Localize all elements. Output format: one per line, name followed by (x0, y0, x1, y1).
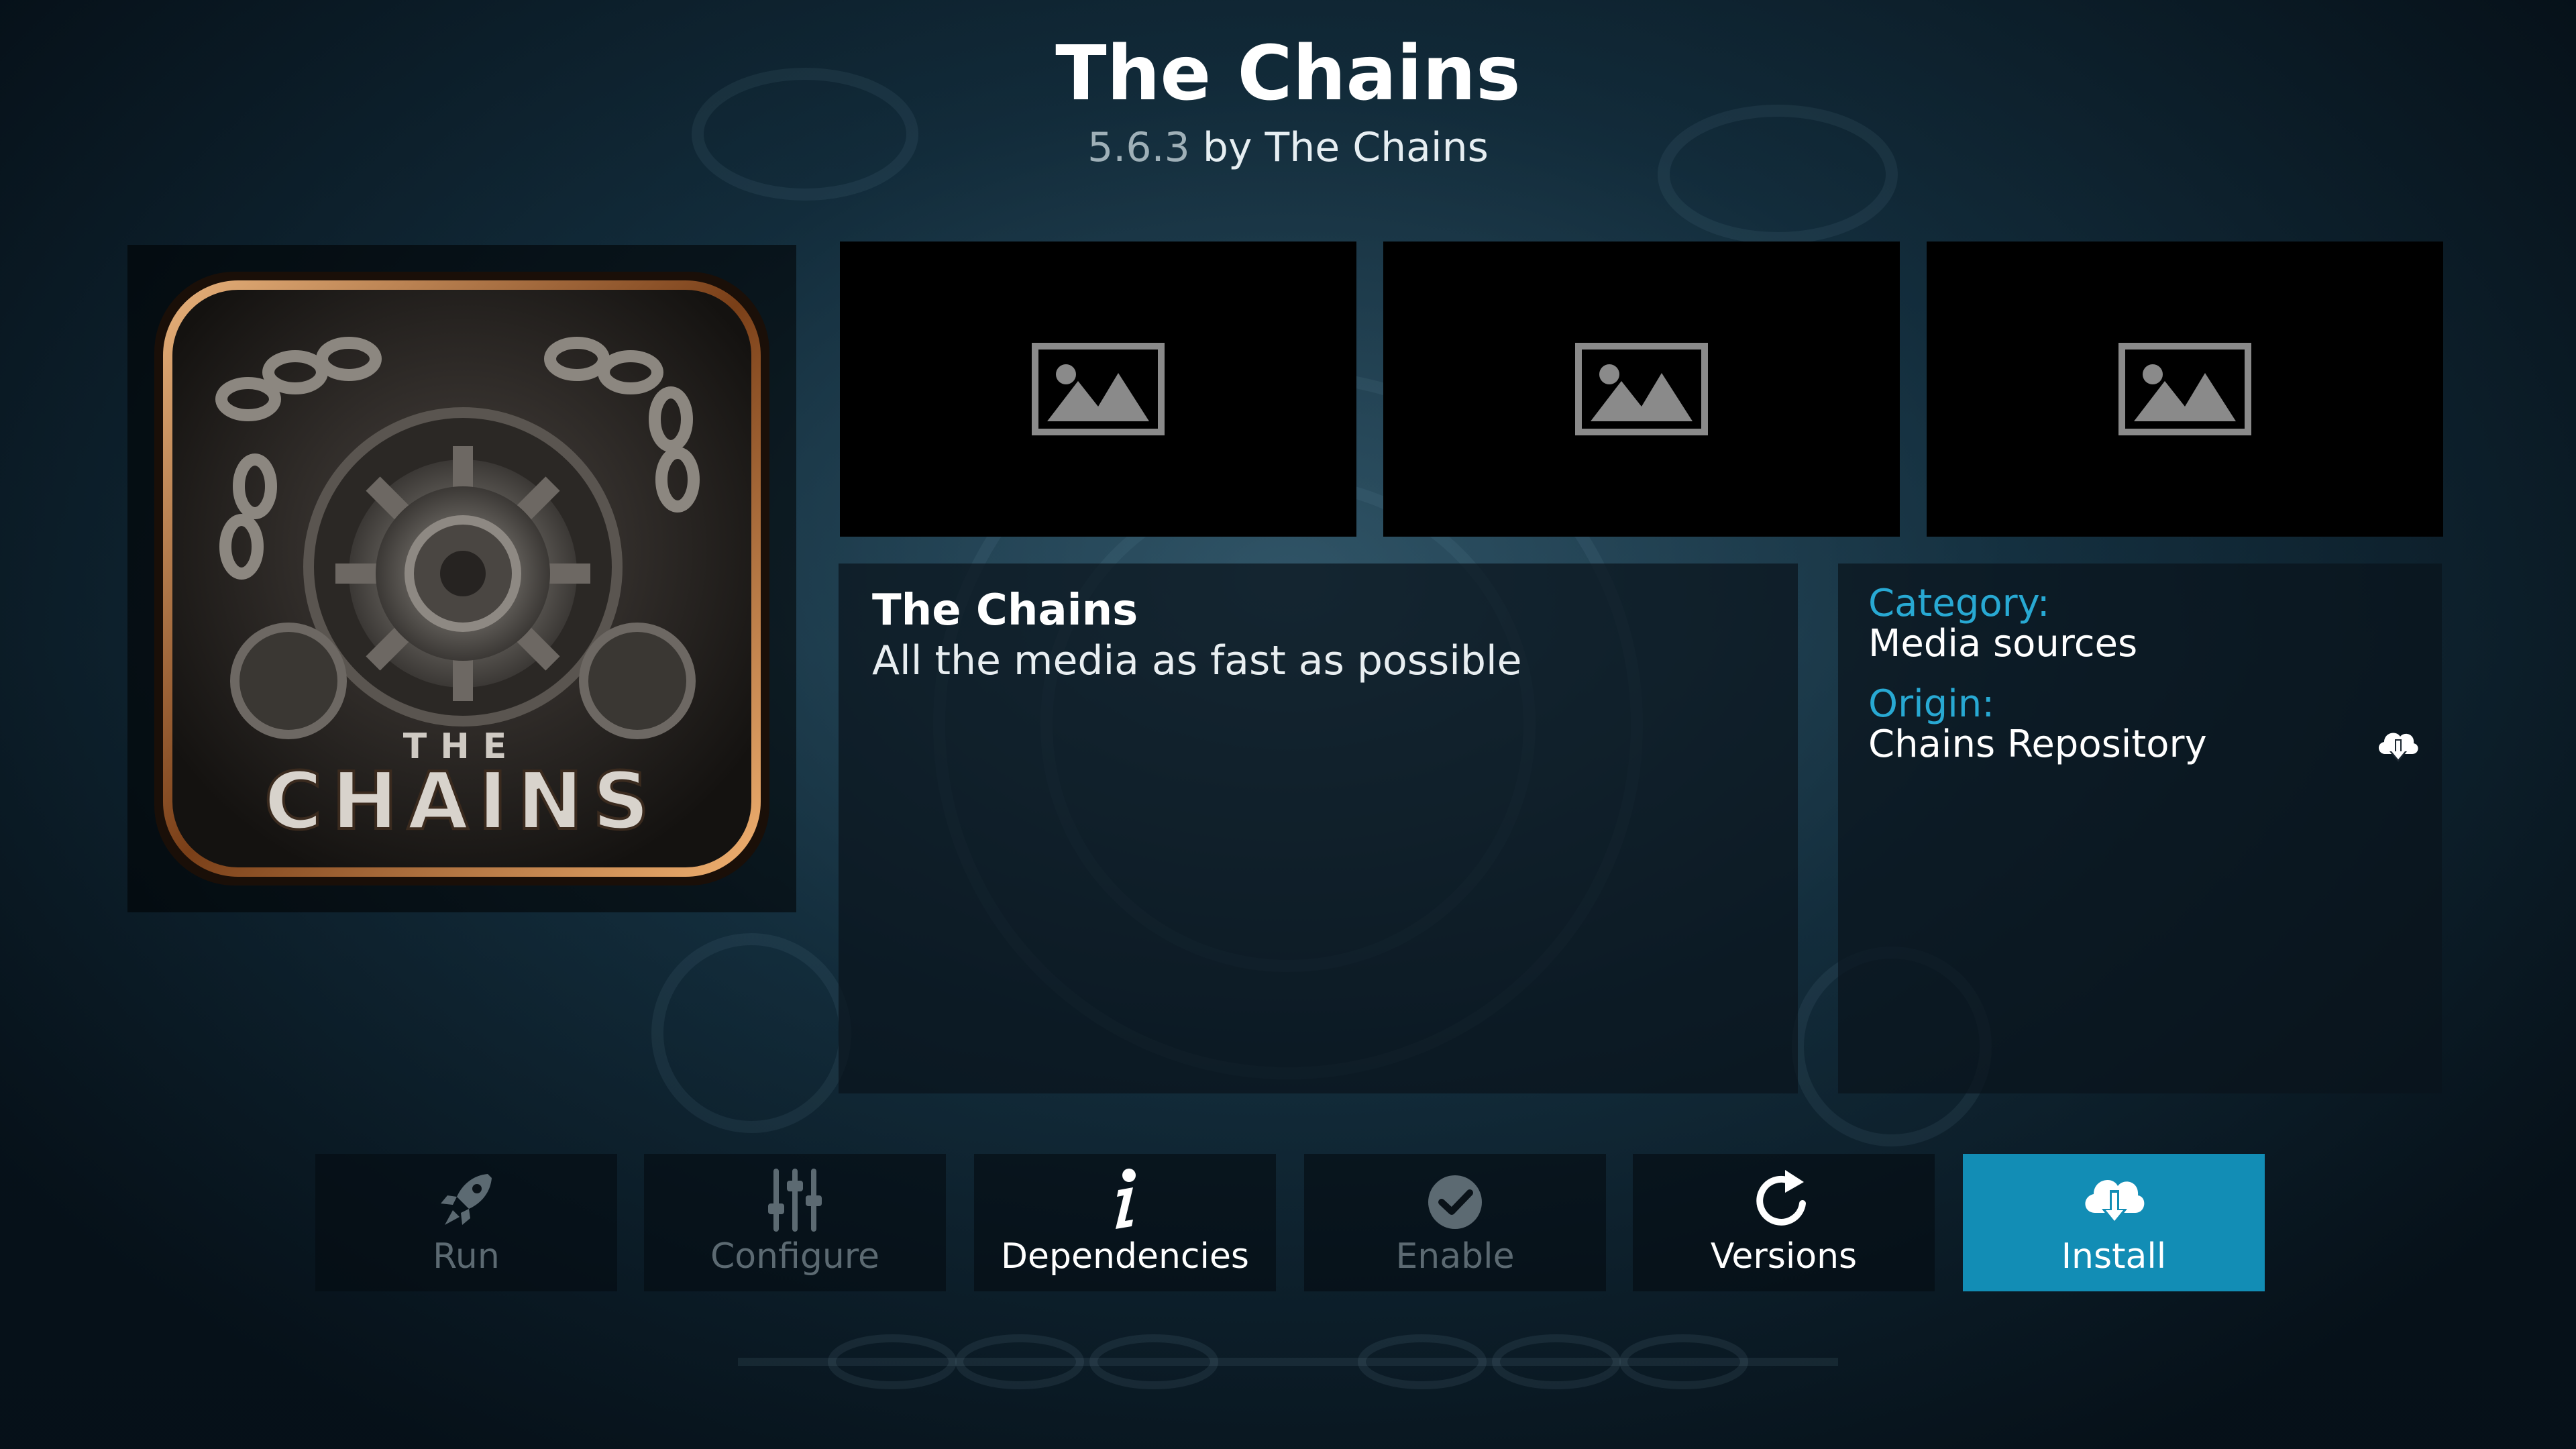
image-placeholder-icon (1032, 343, 1165, 435)
cloud-download-icon (2085, 1179, 2145, 1225)
image-placeholder-icon (2118, 343, 2251, 435)
cloud-download-icon (2378, 733, 2418, 762)
install-button-label: Install (2061, 1236, 2167, 1277)
image-placeholder-icon (1575, 343, 1708, 435)
checkmark-icon (1428, 1175, 1482, 1229)
origin-value: Chains Repository (1868, 722, 2207, 766)
screenshot-3[interactable] (1927, 241, 2443, 537)
sliders-icon (768, 1169, 822, 1232)
addon-version: 5.6.3 (1087, 124, 1190, 171)
description-panel: The Chains All the media as fast as poss… (839, 564, 1798, 1093)
refresh-icon (1756, 1170, 1806, 1226)
configure-button[interactable]: Configure (644, 1154, 946, 1291)
logo-main-text: CHAINS (264, 755, 659, 847)
addon-header: The Chains 5.6.3 by The Chains (0, 27, 2576, 174)
info-icon (1116, 1169, 1136, 1229)
enable-button-label: Enable (1395, 1236, 1515, 1277)
dependencies-button[interactable]: Dependencies (974, 1154, 1276, 1291)
rocket-icon (441, 1174, 492, 1225)
configure-button-label: Configure (710, 1236, 880, 1277)
category-value: Media sources (1868, 622, 2138, 665)
addon-logo: THE CHAINS (154, 272, 769, 885)
description-summary: All the media as fast as possible (872, 637, 1522, 684)
addon-subtitle: 5.6.3 by The Chains (0, 121, 2576, 174)
versions-button-label: Versions (1710, 1236, 1858, 1277)
screenshot-1[interactable] (840, 241, 1356, 537)
run-button-label: Run (433, 1236, 500, 1277)
info-panel: Category: Media sources Origin: Chains R… (1838, 564, 2442, 1093)
dependencies-button-label: Dependencies (1000, 1236, 1250, 1277)
run-button[interactable]: Run (315, 1154, 617, 1291)
addon-icon-panel: THE CHAINS (127, 245, 796, 912)
addon-title: The Chains (1055, 30, 1521, 117)
install-button[interactable]: Install (1963, 1154, 2265, 1291)
screenshot-2[interactable] (1383, 241, 1900, 537)
enable-button[interactable]: Enable (1304, 1154, 1606, 1291)
versions-button[interactable]: Versions (1633, 1154, 1935, 1291)
addon-author: by The Chains (1202, 124, 1489, 171)
